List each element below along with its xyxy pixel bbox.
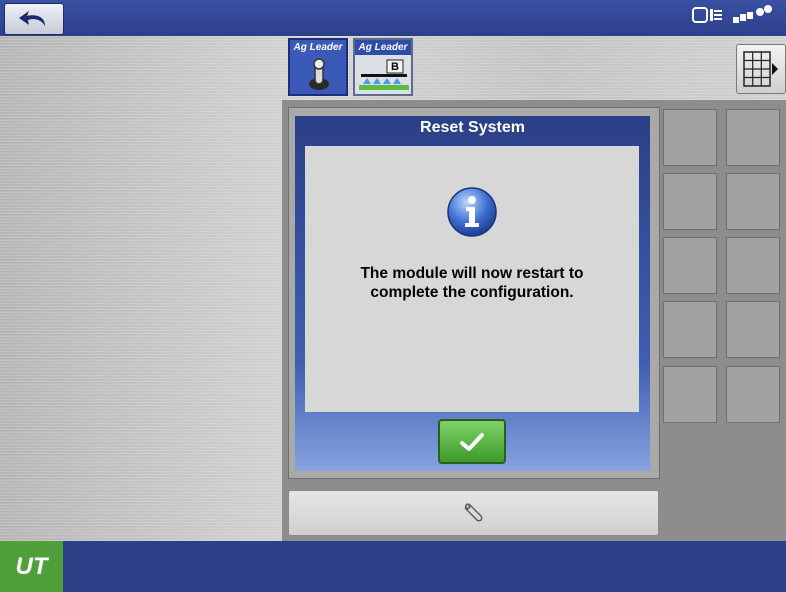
joystick-icon: [309, 58, 329, 90]
back-button[interactable]: [4, 3, 64, 35]
widget-slot[interactable]: [726, 366, 780, 423]
widget-slot[interactable]: [726, 237, 780, 294]
checkmark-icon: [460, 432, 484, 451]
ok-button[interactable]: [438, 419, 506, 464]
widget-slot[interactable]: [663, 109, 717, 166]
dialog-title: Reset System: [420, 119, 525, 136]
widget-slot[interactable]: [663, 173, 717, 230]
sprayer-boom-icon: B: [359, 59, 409, 90]
dialog-message: The module will now restart to complete …: [305, 264, 639, 302]
widget-slot[interactable]: [726, 301, 780, 358]
reset-system-dialog: Reset System The module will now restart…: [295, 116, 650, 471]
settings-wrench-button[interactable]: [288, 490, 659, 536]
tab-brand-label: Ag Leader: [293, 42, 343, 53]
gps-satellite-icon[interactable]: [732, 5, 774, 27]
grid-layout-icon: [743, 51, 778, 87]
wrench-icon: [464, 503, 482, 522]
dialog-message-line2: complete the configuration.: [370, 284, 574, 301]
tab-sprayer[interactable]: Ag Leader B: [353, 38, 413, 96]
widget-slot[interactable]: [726, 173, 780, 230]
display-console-icon[interactable]: [692, 5, 724, 27]
undo-arrow-icon: [19, 11, 45, 26]
tab-brand-label: Ag Leader: [355, 40, 411, 55]
widget-slot[interactable]: [663, 366, 717, 423]
bottom-bar: UT: [0, 541, 786, 592]
boom-badge: B: [391, 61, 399, 73]
widget-slot[interactable]: [726, 109, 780, 166]
widget-slot[interactable]: [663, 301, 717, 358]
dialog-message-line1: The module will now restart to: [360, 265, 584, 282]
universal-terminal-button[interactable]: UT: [0, 541, 63, 592]
info-icon: [447, 187, 497, 237]
grid-layout-button[interactable]: [736, 44, 786, 94]
widget-slot[interactable]: [663, 237, 717, 294]
dialog-body: The module will now restart to complete …: [305, 146, 639, 412]
tab-joystick[interactable]: Ag Leader: [288, 38, 348, 96]
top-bar: [0, 0, 786, 36]
